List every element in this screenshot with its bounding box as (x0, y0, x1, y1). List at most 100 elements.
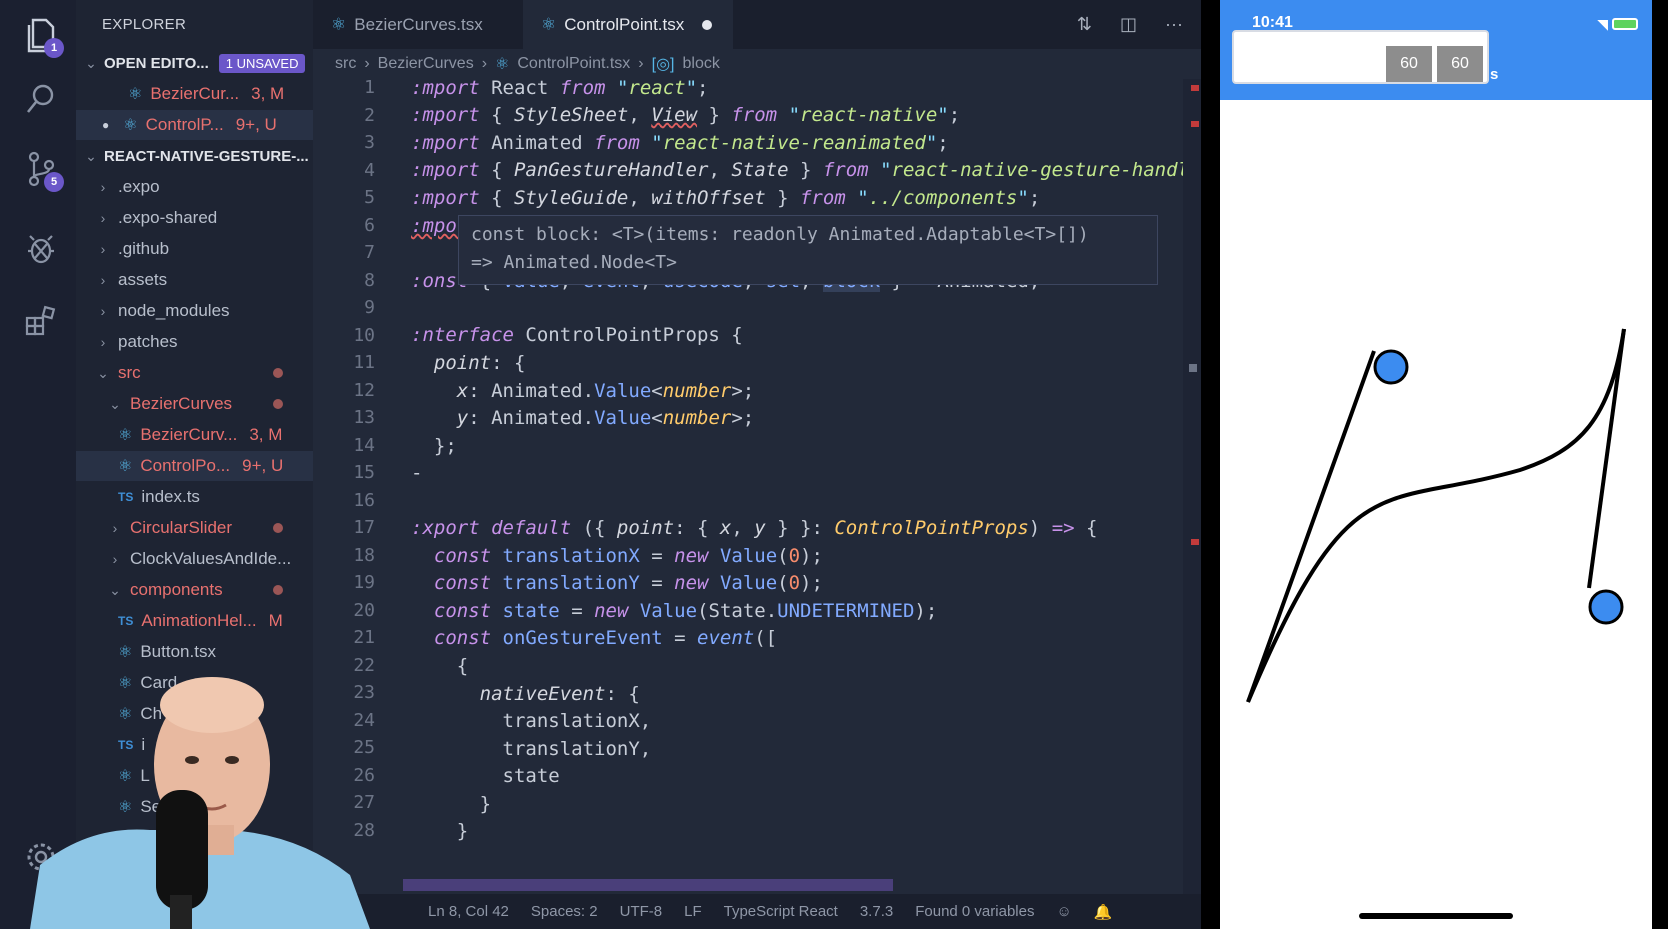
tree-folder[interactable]: › ClockValuesAndIde... (76, 544, 313, 574)
cursor-position[interactable]: Ln 8, Col 42 (428, 903, 509, 920)
tree-folder[interactable]: › assets (76, 265, 313, 295)
tab-beziercurves[interactable]: ⚛ BezierCurves.tsx (313, 0, 523, 49)
unsaved-badge: 1 UNSAVED (218, 53, 306, 73)
tree-file[interactable]: ⚛ BezierCurv... 3, M (76, 420, 313, 450)
code-line: { (411, 655, 469, 677)
tree-file[interactable]: TS index.ts (76, 482, 313, 512)
notifications-bell-icon[interactable]: 🔔 (1094, 903, 1113, 921)
tree-folder[interactable]: › node_modules (76, 296, 313, 326)
home-indicator (1359, 913, 1513, 919)
tab-label: ControlPoint.tsx (564, 14, 685, 34)
explorer-title: EXPLORER (102, 15, 187, 33)
react-file-icon: ⚛ (128, 86, 143, 103)
typescript-file-icon: TS (118, 490, 134, 504)
line-number: 20 (353, 599, 375, 621)
split-editor-icon[interactable]: ◫ (1120, 14, 1137, 35)
more-actions-icon[interactable]: ··· (1165, 14, 1183, 35)
chevron-down-icon: ⌄ (109, 581, 121, 598)
indentation[interactable]: Spaces: 2 (531, 903, 598, 920)
line-number: 2 (364, 104, 375, 126)
line-ending[interactable]: LF (684, 903, 702, 920)
window-edge (1652, 0, 1668, 929)
tab-label: BezierCurves.tsx (354, 14, 483, 34)
code-editor[interactable]: 1 2 3 4 5 6 7 8 9 10 11 12 13 14 15 16 17 18 19 20 21 22 23 24 2… (313, 79, 1201, 894)
line-number: 8 (364, 269, 375, 291)
hover-signature: const block: <T>(items: readonly Animate… (471, 224, 1089, 245)
encoding[interactable]: UTF-8 (620, 903, 663, 920)
hover-return: => Animated.Node<T> (471, 252, 677, 273)
editor-tab-bar: ⚛ BezierCurves.tsx ⚛ ControlPoint.tsx ⇅ … (313, 0, 1201, 49)
tab-controlpoint[interactable]: ⚛ ControlPoint.tsx (523, 0, 733, 49)
file-status: 3, M (249, 425, 283, 444)
line-number: 3 (364, 132, 375, 153)
modified-dot-icon (273, 399, 283, 409)
control-line-right (1587, 328, 1626, 589)
tree-label: src (118, 363, 141, 382)
hover-tooltip: const block: <T>(items: readonly Animate… (458, 215, 1158, 285)
chevron-down-icon: ⌄ (85, 147, 97, 164)
line-number: 15 (353, 462, 375, 483)
breadcrumb: src › BezierCurves › ⚛ ControlPoint.tsx … (313, 49, 1201, 79)
explorer-icon[interactable]: 1 (20, 14, 64, 58)
chevron-right-icon: › (100, 210, 106, 226)
line-number: 17 (353, 517, 375, 538)
project-section[interactable]: ⌄ REACT-NATIVE-GESTURE-... (76, 141, 313, 171)
chevron-right-icon: › (638, 55, 644, 72)
react-file-icon: ⚛ (495, 56, 510, 73)
unsaved-dot-icon[interactable] (702, 19, 713, 30)
line-number: 6 (364, 214, 375, 236)
code-line: const translationY = new Value(0); (433, 572, 823, 594)
chevron-right-icon: › (100, 272, 106, 288)
horizontal-scrollbar[interactable] (403, 879, 893, 891)
code-line: :mport { StyleSheet, View } from "react-… (411, 104, 961, 126)
editor-scrollbar[interactable] (1183, 79, 1201, 894)
debug-icon[interactable] (20, 228, 62, 270)
compare-changes-icon[interactable]: ⇅ (1077, 14, 1092, 35)
extensions-icon[interactable] (20, 300, 62, 342)
chevron-right-icon: › (112, 551, 118, 567)
tree-folder[interactable]: › CircularSlider (76, 513, 313, 543)
file-name: BezierCur... (150, 84, 240, 103)
react-file-icon: ⚛ (118, 427, 133, 444)
tree-folder[interactable]: › .expo-shared (76, 203, 313, 233)
line-number: 12 (353, 379, 375, 401)
breadcrumb-item[interactable]: BezierCurves (378, 55, 474, 73)
tree-folder[interactable]: ⌄ src (76, 358, 313, 388)
tree-folder[interactable]: ⌄ BezierCurves (76, 389, 313, 419)
chevron-right-icon: › (100, 241, 106, 257)
source-control-icon[interactable]: 5 (20, 148, 64, 192)
breadcrumb-item[interactable]: block (682, 55, 719, 73)
line-number: 14 (353, 434, 375, 456)
code-line: - (411, 462, 423, 484)
code-line: const onGestureEvent = event([ (433, 627, 778, 649)
line-number: 18 (353, 544, 375, 566)
open-editors-section[interactable]: ⌄ OPEN EDITO... 1 UNSAVED (76, 48, 313, 78)
line-number: 4 (364, 159, 375, 181)
code-line: :xport default ({ point: { x, y } }: Con… (411, 517, 1098, 539)
tree-folder[interactable]: › .expo (76, 172, 313, 202)
tree-file[interactable]: ⚛ ControlPo... 9+, U (76, 451, 313, 481)
webcam-presenter-image (30, 677, 370, 929)
control-point-handle[interactable] (1373, 349, 1409, 385)
breadcrumb-item[interactable]: src (335, 55, 356, 73)
variables-status[interactable]: Found 0 variables (915, 903, 1034, 920)
tree-file[interactable]: TS AnimationHel... M (76, 606, 313, 636)
tree-folder[interactable]: › patches (76, 327, 313, 357)
tree-folder[interactable]: › .github (76, 234, 313, 264)
open-editor-item[interactable]: ● ⚛ ControlP... 9+, U (76, 110, 313, 140)
tree-label: node_modules (118, 301, 230, 320)
explorer-badge: 1 (44, 38, 64, 58)
ts-version[interactable]: 3.7.3 (860, 903, 893, 920)
line-number: 10 (353, 324, 375, 346)
feedback-smiley-icon[interactable]: ☺ (1056, 903, 1071, 920)
control-point-handle[interactable] (1588, 589, 1624, 625)
code-line: translationY, (411, 738, 652, 760)
chevron-down-icon: ⌄ (97, 364, 109, 381)
breadcrumb-item[interactable]: ControlPoint.tsx (517, 55, 630, 73)
language-mode[interactable]: TypeScript React (724, 903, 838, 920)
search-icon[interactable] (20, 78, 62, 120)
file-name: ControlP... (145, 115, 224, 134)
tree-label: ClockValuesAndIde... (130, 549, 292, 568)
tree-folder[interactable]: ⌄ components (76, 575, 313, 605)
open-editor-item[interactable]: ⚛ BezierCur... 3, M (76, 79, 313, 109)
